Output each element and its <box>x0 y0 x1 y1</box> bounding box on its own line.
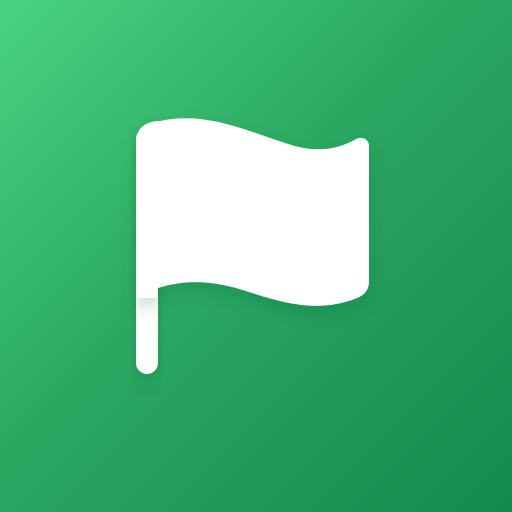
app-icon <box>0 0 512 512</box>
flag-icon <box>136 118 369 374</box>
flag-banner <box>136 118 369 306</box>
